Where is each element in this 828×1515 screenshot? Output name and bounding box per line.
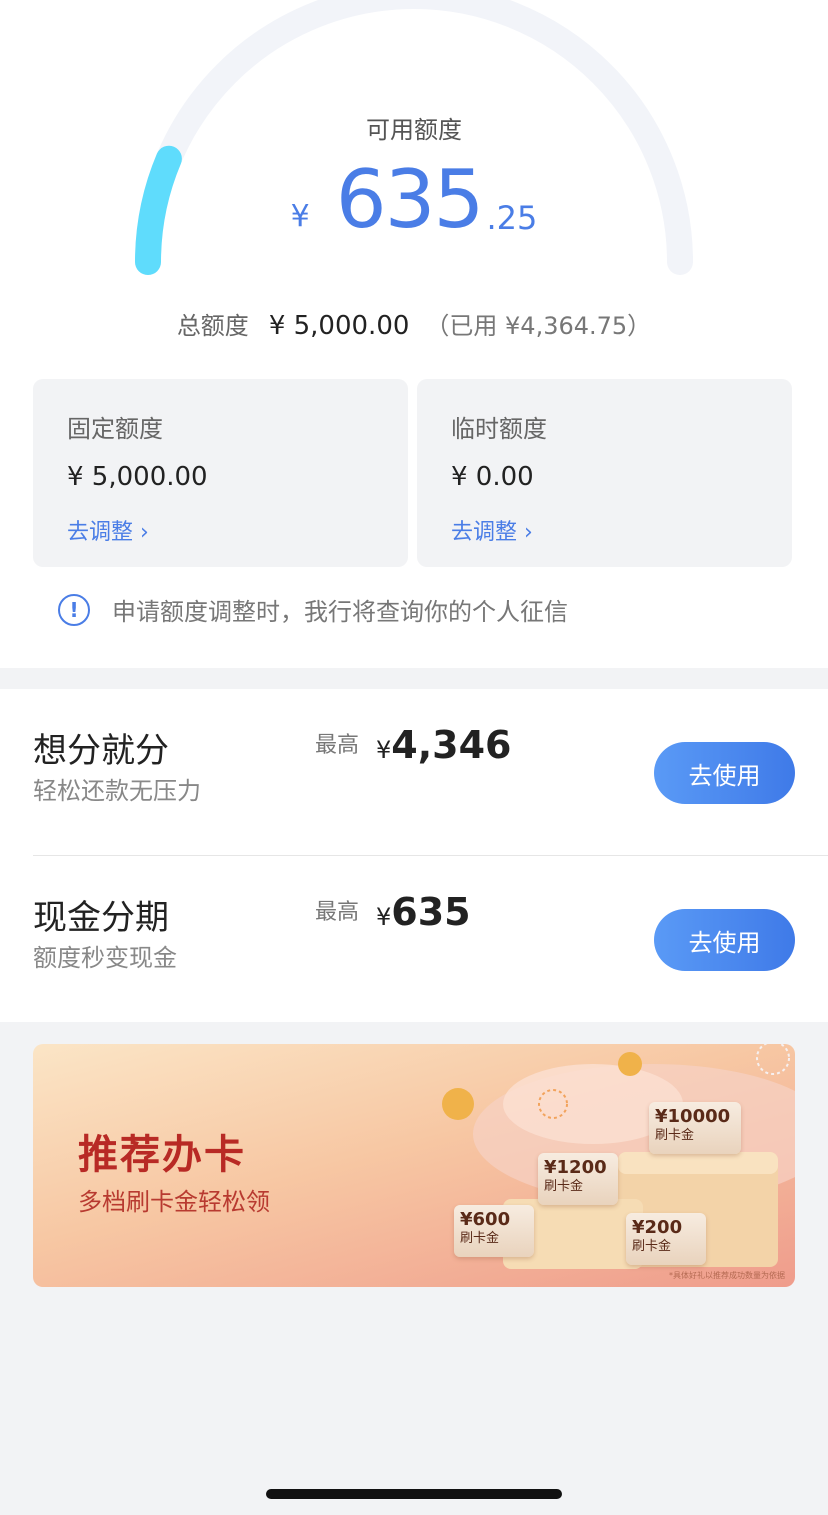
reward-ticket: ¥600 刷卡金 <box>454 1205 534 1257</box>
info-icon: ! <box>58 593 90 626</box>
max-amount: ¥635 <box>376 890 471 934</box>
notice-text: 申请额度调整时，我行将查询你的个人征信 <box>112 598 568 626</box>
max-label: 最高 <box>315 733 360 758</box>
credit-check-notice: ! 申请额度调整时，我行将查询你的个人征信 <box>58 592 568 627</box>
coin-icon <box>442 1088 474 1120</box>
ticket-amount: ¥600 <box>460 1209 511 1230</box>
banner-footnote: *具体好礼以推荐成功数量为依据 <box>669 1271 785 1280</box>
available-credit-amount: ¥ 635 .25 <box>0 160 828 240</box>
ticket-amount: ¥10000 <box>655 1106 731 1127</box>
ticket-amount: ¥200 <box>632 1217 683 1238</box>
use-cash-installment-button[interactable]: 去使用 <box>654 909 795 971</box>
ticket-amount: ¥1200 <box>544 1157 607 1178</box>
fixed-credit-value: ¥ 5,000.00 <box>67 462 208 492</box>
total-credit-label: 总额度 <box>176 312 249 340</box>
product-subtitle: 额度秒变现金 <box>33 944 177 972</box>
total-credit-value: ¥ 5,000.00 <box>268 311 410 341</box>
recommend-card-banner[interactable]: 推荐办卡 多档刷卡金轻松领 ¥10000 刷卡金 ¥1200 刷卡金 ¥600 … <box>33 1044 795 1287</box>
amount-integer: 635 <box>335 153 485 246</box>
firework-icon <box>756 1044 790 1075</box>
used-credit: （已用 ¥4,364.75） <box>425 312 652 340</box>
reward-ticket: ¥1200 刷卡金 <box>538 1153 618 1205</box>
product-row-cash: 现金分期 额度秒变现金 最高 ¥635 去使用 <box>0 856 828 1022</box>
temporary-credit-title: 临时额度 <box>451 415 547 443</box>
home-indicator[interactable] <box>266 1489 562 1499</box>
banner-title: 推荐办卡 <box>78 1132 246 1178</box>
credit-gauge <box>135 0 693 275</box>
currency-symbol: ¥ <box>376 736 392 764</box>
use-installment-button[interactable]: 去使用 <box>654 742 795 804</box>
amount-value: 635 <box>391 890 471 934</box>
currency-symbol: ¥ <box>376 903 392 931</box>
coin-icon <box>618 1052 642 1076</box>
ticket-label: 刷卡金 <box>544 1178 584 1194</box>
max-amount: ¥4,346 <box>376 723 511 767</box>
adjust-fixed-link[interactable]: 去调整 › <box>67 514 374 546</box>
ticket-label: 刷卡金 <box>632 1238 672 1254</box>
product-title: 想分就分 <box>33 731 169 771</box>
fixed-credit-title: 固定额度 <box>67 415 163 443</box>
reward-ticket: ¥200 刷卡金 <box>626 1213 706 1265</box>
temporary-credit-value: ¥ 0.00 <box>451 462 534 492</box>
reward-ticket: ¥10000 刷卡金 <box>649 1102 741 1154</box>
product-subtitle: 轻松还款无压力 <box>33 777 201 805</box>
product-row-installment: 想分就分 轻松还款无压力 最高 ¥4,346 去使用 <box>0 689 828 855</box>
banner-subtitle: 多档刷卡金轻松领 <box>78 1188 270 1216</box>
ticket-label: 刷卡金 <box>460 1230 500 1246</box>
credit-summary-section: 可用额度 ¥ 635 .25 总额度 ¥ 5,000.00 （已用 ¥4,364.7… <box>0 0 828 668</box>
installment-products: 想分就分 轻松还款无压力 最高 ¥4,346 去使用 现金分期 额度秒变现金 最… <box>0 689 828 1022</box>
temporary-credit-card: 临时额度 ¥ 0.00 去调整 › <box>417 379 792 567</box>
max-label: 最高 <box>315 900 360 925</box>
adjust-temporary-link[interactable]: 去调整 › <box>451 514 758 546</box>
amount-value: 4,346 <box>391 723 512 767</box>
product-title: 现金分期 <box>33 898 169 938</box>
available-credit-label: 可用额度 <box>366 116 462 144</box>
amount-decimal: .25 <box>486 199 538 237</box>
ticket-label: 刷卡金 <box>655 1127 695 1143</box>
total-credit-line: 总额度 ¥ 5,000.00 （已用 ¥4,364.75） <box>0 306 828 341</box>
fixed-credit-card: 固定额度 ¥ 5,000.00 去调整 › <box>33 379 408 567</box>
currency-symbol: ¥ <box>290 199 310 234</box>
